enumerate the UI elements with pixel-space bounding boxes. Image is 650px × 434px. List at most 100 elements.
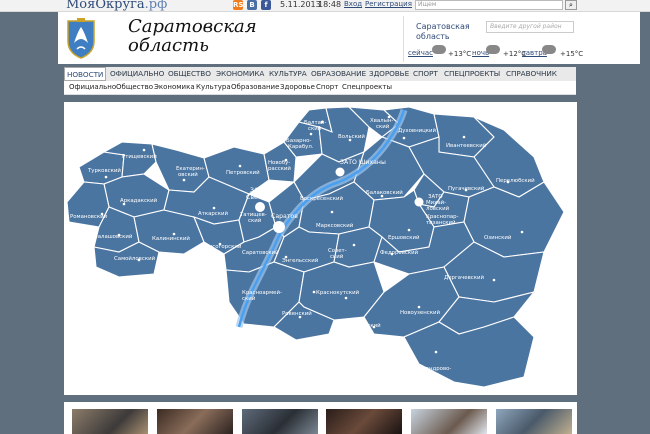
saratov-coat-of-arms-icon: [67, 18, 95, 59]
label-pugachevsky: Пугачевский: [448, 185, 485, 192]
subnav-special-projects[interactable]: Спецпроекты: [342, 83, 392, 91]
label-alexgai-2: Гайский: [416, 372, 440, 379]
current-time: 18:48: [318, 0, 342, 9]
forecast-now-link[interactable]: сейчас: [408, 49, 433, 57]
label-arkadaksky: Аркадакский: [120, 197, 158, 204]
label-novouzensky: Новоузенский: [400, 309, 440, 316]
label-saratov: Саратов: [271, 213, 298, 220]
label-krasnokutsky: Краснокутский: [316, 289, 360, 296]
label-romanovsky: Романовский: [70, 213, 108, 220]
news-thumbnail[interactable]: [242, 409, 318, 434]
forecast-now-temp: +13°C: [448, 50, 472, 58]
subnav-society[interactable]: Общество: [116, 83, 153, 91]
register-link[interactable]: Регистрация: [365, 0, 412, 8]
subnav-health[interactable]: Здоровье: [280, 83, 315, 91]
label-ozinsky: Озинский: [484, 234, 512, 241]
label-ivanteevsky: Ивантеевский: [446, 142, 487, 149]
region-title: Саратовская область: [128, 17, 257, 55]
zato-svetly-marker[interactable]: [255, 202, 265, 212]
label-bazarno-2: Карабул.: [288, 144, 314, 150]
region-title-line2: область: [128, 35, 209, 56]
news-thumbnail[interactable]: [496, 409, 572, 434]
label-rtishchevsky: Ртищевский: [122, 153, 157, 160]
label-krasnoarmeysky-1: Красноармей-: [242, 289, 282, 296]
rss-icon[interactable]: RSS: [233, 0, 248, 10]
nav-news[interactable]: НОВОСТИ: [64, 67, 107, 81]
subnav-economy[interactable]: Экономика: [154, 83, 195, 91]
label-volsky: Вольский: [338, 133, 365, 140]
site-logo-link[interactable]: МояОкруга.рф: [66, 0, 167, 12]
label-rovensky: Ровенский: [282, 310, 312, 317]
weather-location-line2: область: [416, 32, 450, 41]
label-marksovsky: Марксовский: [316, 222, 354, 229]
label-zato-mikhailovsky-3: ловский: [426, 205, 450, 212]
label-ekaterinovsky-2: овский: [178, 171, 198, 178]
cloud-rain-icon: [432, 45, 446, 54]
nav-health[interactable]: ЗДОРОВЬЕ: [369, 69, 409, 78]
label-saratovsky: Саратовский: [242, 249, 279, 256]
nav-culture[interactable]: КУЛЬТУРА: [269, 69, 307, 78]
region-header: Саратовская область Саратовская область …: [58, 12, 640, 64]
weather-widget: Саратовская область Введите другой район…: [403, 16, 639, 62]
subnav-official[interactable]: Официально: [69, 83, 116, 91]
region-title-line1: Саратовская: [128, 16, 257, 37]
label-lysogorsky: Лысогорский: [204, 243, 242, 250]
label-engelssky: Энгельсский: [282, 257, 319, 264]
label-turkovsky: Турковский: [87, 167, 121, 174]
brand-main: МояОкруга: [66, 0, 145, 12]
nav-economy[interactable]: ЭКОНОМИКА: [216, 69, 264, 78]
label-balakovsky: Балаковский: [366, 189, 403, 196]
site-search-input[interactable]: Ищем: [415, 0, 563, 10]
main-navigation: НОВОСТИ ОФИЦИАЛЬНО ОБЩЕСТВО ЭКОНОМИКА КУ…: [64, 67, 576, 81]
label-ershovsky: Ершовский: [388, 234, 420, 241]
label-zato-svetly-1: ЗАТО: [250, 187, 267, 194]
saratov-marker[interactable]: [273, 221, 285, 233]
cloud-rain-icon: [542, 45, 556, 54]
nav-official[interactable]: ОФИЦИАЛЬНО: [110, 69, 164, 78]
login-link[interactable]: Вход: [344, 0, 362, 8]
zato-shikhany-marker[interactable]: [335, 167, 345, 177]
forecast-tomorrow-temp: +15°C: [560, 50, 584, 58]
news-thumbnail[interactable]: [157, 409, 233, 434]
current-date: 5.11.2013: [280, 0, 321, 9]
district-search-input[interactable]: Введите другой район: [486, 21, 574, 33]
label-fedorovsky: Федоровский: [380, 249, 419, 256]
zato-mikhailovsky-marker[interactable]: [414, 197, 424, 207]
label-balashovsky: Балашовский: [94, 233, 133, 240]
weather-location[interactable]: Саратовская область: [416, 22, 476, 42]
subnav-sport[interactable]: Спорт: [316, 83, 338, 91]
label-petrovsky: Петровский: [226, 169, 260, 176]
label-kalininsky: Калининский: [152, 235, 190, 242]
weather-location-line1: Саратовская: [416, 22, 470, 31]
label-dergachevsky: Дергачевский: [444, 274, 484, 281]
label-atkarsky: Аткарский: [198, 210, 229, 217]
label-baltaysky-1: Балтай-: [304, 119, 326, 126]
saratov-region-map: Турковский Ртищевский Екатерин- овский А…: [66, 106, 565, 388]
search-button[interactable]: ⌕: [565, 0, 577, 10]
nav-society[interactable]: ОБЩЕСТВО: [168, 69, 211, 78]
nav-sport[interactable]: СПОРТ: [413, 69, 438, 78]
label-alexgai-1: Александрово-: [409, 366, 451, 372]
news-thumbnail[interactable]: [411, 409, 487, 434]
vk-icon[interactable]: В: [247, 0, 257, 10]
nav-directory[interactable]: СПРАВОЧНИК: [506, 69, 557, 78]
label-zato-svetly-2: Светлый: [246, 193, 274, 201]
label-piterksy: Питерский: [350, 322, 381, 329]
region-map-panel: Турковский Ртищевский Екатерин- овский А…: [64, 102, 577, 395]
label-perelyubsky: Перелюбский: [496, 177, 535, 184]
nav-education[interactable]: ОБРАЗОВАНИЕ: [311, 69, 366, 78]
label-samoilovsky: Самойловский: [114, 255, 156, 262]
label-novoburassky-2: расский: [268, 165, 291, 172]
subnav-culture[interactable]: Культура: [196, 83, 231, 91]
news-thumbnail[interactable]: [326, 409, 402, 434]
label-dukhovnitsky: Духовницкий: [398, 127, 437, 134]
brand-suffix: .рф: [144, 0, 168, 12]
news-thumbnail[interactable]: [72, 409, 148, 434]
cloud-rain-icon: [486, 45, 500, 54]
subnav-education[interactable]: Образование: [231, 83, 279, 91]
facebook-icon[interactable]: f: [261, 0, 271, 10]
label-voskresensky: Воскресенский: [300, 195, 343, 202]
nav-special-projects[interactable]: СПЕЦПРОЕКТЫ: [444, 69, 500, 78]
label-tatishchevsky-2: ский: [248, 217, 262, 224]
label-krasnopartizansky-2: тизанский: [426, 219, 456, 226]
